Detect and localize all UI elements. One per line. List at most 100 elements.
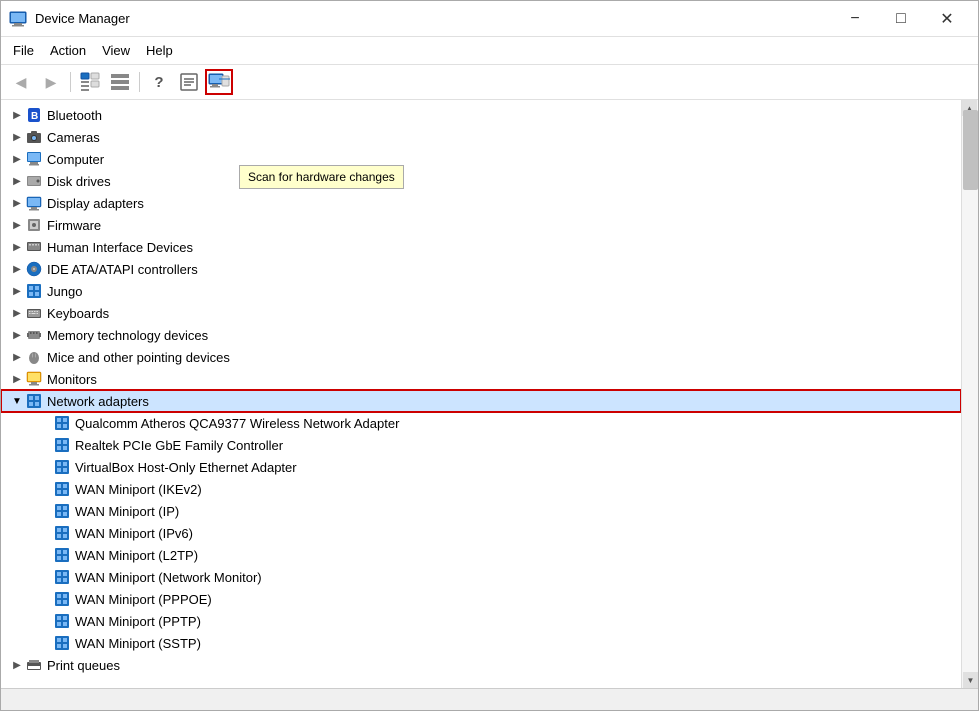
- close-button[interactable]: ✕: [924, 4, 970, 34]
- expand-diskdrives[interactable]: ▶: [9, 173, 25, 189]
- expand-ide[interactable]: ▶: [9, 261, 25, 277]
- wan-pppoe-icon: [53, 591, 71, 607]
- expand-firmware[interactable]: ▶: [9, 217, 25, 233]
- expand-monitors[interactable]: ▶: [9, 371, 25, 387]
- wan-netmon-icon: [53, 569, 71, 585]
- tree-item-diskdrives[interactable]: ▶ Disk drives: [1, 170, 961, 192]
- tree-item-qualcomm[interactable]: Qualcomm Atheros QCA9377 Wireless Networ…: [1, 412, 961, 434]
- device-manager-window: Device Manager − □ ✕ File Action View He…: [0, 0, 979, 711]
- tree-label-wan-ip: WAN Miniport (IP): [75, 504, 179, 519]
- minimize-button[interactable]: −: [832, 4, 878, 34]
- tree-label-virtualbox: VirtualBox Host-Only Ethernet Adapter: [75, 460, 297, 475]
- forward-icon: ▶: [46, 74, 57, 91]
- tree-item-wan-l2tp[interactable]: WAN Miniport (L2TP): [1, 544, 961, 566]
- tree-item-wan-ikev2[interactable]: WAN Miniport (IKEv2): [1, 478, 961, 500]
- expand-displayadapters[interactable]: ▶: [9, 195, 25, 211]
- tree-label-wan-pppoe: WAN Miniport (PPPOE): [75, 592, 212, 607]
- menu-file[interactable]: File: [5, 39, 42, 62]
- tree-item-ide[interactable]: ▶ IDE ATA/ATAPI controllers: [1, 258, 961, 280]
- expand-cameras[interactable]: ▶: [9, 129, 25, 145]
- tree-view-button[interactable]: [76, 69, 104, 95]
- expand-networkadapters[interactable]: ▼: [9, 393, 25, 409]
- tree-label-displayadapters: Display adapters: [47, 196, 144, 211]
- tree-item-displayadapters[interactable]: ▶ Display adapters: [1, 192, 961, 214]
- expand-bluetooth[interactable]: ▶: [9, 107, 25, 123]
- back-button[interactable]: ◀: [7, 69, 35, 95]
- toolbar-sep-1: [70, 72, 71, 92]
- tree-item-computer[interactable]: ▶ Computer: [1, 148, 961, 170]
- tree-item-hid[interactable]: ▶ Human Interface Devices: [1, 236, 961, 258]
- tree-label-wan-pptp: WAN Miniport (PPTP): [75, 614, 201, 629]
- title-bar: Device Manager − □ ✕: [1, 1, 978, 37]
- tree-item-wan-pppoe[interactable]: WAN Miniport (PPPOE): [1, 588, 961, 610]
- expand-memtech[interactable]: ▶: [9, 327, 25, 343]
- tree-view-icon: [80, 72, 100, 92]
- qualcomm-icon: [53, 415, 71, 431]
- tree-item-wan-ip[interactable]: WAN Miniport (IP): [1, 500, 961, 522]
- tree-item-firmware[interactable]: ▶ Firmware: [1, 214, 961, 236]
- tree-label-jungo: Jungo: [47, 284, 82, 299]
- expand-mice[interactable]: ▶: [9, 349, 25, 365]
- expand-keyboards[interactable]: ▶: [9, 305, 25, 321]
- tree-item-mice[interactable]: ▶ Mice and other pointing devices: [1, 346, 961, 368]
- tree-panel[interactable]: ▶ B Bluetooth ▶ Cameras ▶ Comp: [1, 100, 961, 688]
- tree-label-mice: Mice and other pointing devices: [47, 350, 230, 365]
- wan-ip-icon: [53, 503, 71, 519]
- tree-item-wan-pptp[interactable]: WAN Miniport (PPTP): [1, 610, 961, 632]
- firmware-icon: [25, 217, 43, 233]
- menu-action[interactable]: Action: [42, 39, 94, 62]
- memtech-icon: [25, 327, 43, 343]
- tree-item-virtualbox[interactable]: VirtualBox Host-Only Ethernet Adapter: [1, 456, 961, 478]
- tree-label-wan-ikev2: WAN Miniport (IKEv2): [75, 482, 202, 497]
- title-left: Device Manager: [9, 10, 130, 28]
- scan-hardware-icon: [208, 71, 230, 93]
- help-button[interactable]: ?: [145, 69, 173, 95]
- tree-item-wan-netmon[interactable]: WAN Miniport (Network Monitor): [1, 566, 961, 588]
- scrollbar-thumb[interactable]: [963, 110, 978, 190]
- tree-label-qualcomm: Qualcomm Atheros QCA9377 Wireless Networ…: [75, 416, 399, 431]
- content-area: ▶ B Bluetooth ▶ Cameras ▶ Comp: [1, 100, 978, 688]
- menu-help[interactable]: Help: [138, 39, 181, 62]
- tree-label-diskdrives: Disk drives: [47, 174, 111, 189]
- mice-icon: [25, 349, 43, 365]
- expand-computer[interactable]: ▶: [9, 151, 25, 167]
- expand-printqueues[interactable]: ▶: [9, 657, 25, 673]
- scroll-down-button[interactable]: ▼: [963, 672, 978, 688]
- virtualbox-icon: [53, 459, 71, 475]
- expand-jungo[interactable]: ▶: [9, 283, 25, 299]
- tree-item-printqueues[interactable]: ▶ Print queues: [1, 654, 961, 676]
- tree-label-wan-netmon: WAN Miniport (Network Monitor): [75, 570, 262, 585]
- forward-button[interactable]: ▶: [37, 69, 65, 95]
- maximize-button[interactable]: □: [878, 4, 924, 34]
- wan-l2tp-icon: [53, 547, 71, 563]
- hid-icon: [25, 239, 43, 255]
- tree-label-wan-sstp: WAN Miniport (SSTP): [75, 636, 201, 651]
- tree-item-keyboards[interactable]: ▶ Keyboards: [1, 302, 961, 324]
- wan-pptp-icon: [53, 613, 71, 629]
- jungo-icon: [25, 283, 43, 299]
- tree-item-bluetooth[interactable]: ▶ B Bluetooth: [1, 104, 961, 126]
- tree-label-networkadapters: Network adapters: [47, 394, 149, 409]
- tree-item-networkadapters[interactable]: ▼ Network adapters: [1, 390, 961, 412]
- expand-hid[interactable]: ▶: [9, 239, 25, 255]
- title-text: Device Manager: [35, 11, 130, 26]
- svg-text:B: B: [31, 111, 38, 122]
- scan-hardware-button[interactable]: [205, 69, 233, 95]
- menu-view[interactable]: View: [94, 39, 138, 62]
- properties-button[interactable]: [175, 69, 203, 95]
- nodelist-button[interactable]: [106, 69, 134, 95]
- tree-item-memtech[interactable]: ▶ Memory technology devices: [1, 324, 961, 346]
- tree-label-keyboards: Keyboards: [47, 306, 109, 321]
- tree-item-monitors[interactable]: ▶ Monitors: [1, 368, 961, 390]
- tree-item-realtek[interactable]: Realtek PCIe GbE Family Controller: [1, 434, 961, 456]
- cameras-icon: [25, 129, 43, 145]
- tree-item-jungo[interactable]: ▶ Jungo: [1, 280, 961, 302]
- title-icon: [9, 10, 27, 28]
- scrollbar[interactable]: ▲ ▼: [961, 100, 978, 688]
- tree-label-printqueues: Print queues: [47, 658, 120, 673]
- title-buttons: − □ ✕: [832, 4, 970, 34]
- tree-label-bluetooth: Bluetooth: [47, 108, 102, 123]
- tree-item-cameras[interactable]: ▶ Cameras: [1, 126, 961, 148]
- tree-item-wan-sstp[interactable]: WAN Miniport (SSTP): [1, 632, 961, 654]
- tree-item-wan-ipv6[interactable]: WAN Miniport (IPv6): [1, 522, 961, 544]
